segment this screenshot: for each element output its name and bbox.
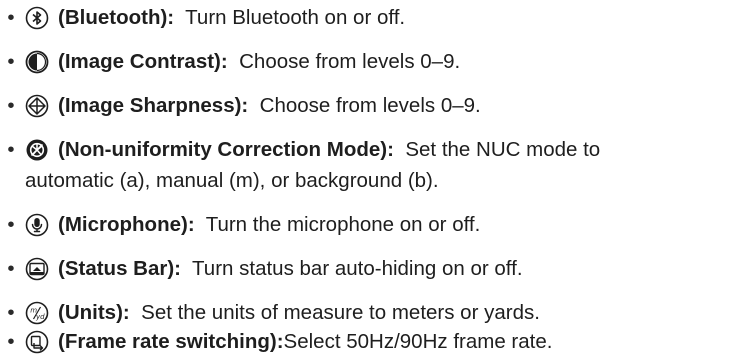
item-description: Turn Bluetooth on or off. <box>185 6 406 29</box>
nuc-mode-icon <box>25 138 49 162</box>
bullet: • <box>7 50 15 73</box>
status-bar-icon <box>25 257 49 281</box>
bullet: • <box>7 301 15 324</box>
item-label: (Frame rate switching): <box>58 330 284 353</box>
bullet: • <box>7 94 15 117</box>
bullet: • <box>7 213 15 236</box>
item-description: Turn status bar auto-hiding on or off. <box>192 257 523 280</box>
bullet: • <box>7 6 15 29</box>
contrast-icon <box>25 50 49 74</box>
item-label: (Microphone): <box>58 213 195 236</box>
sharpness-icon <box>25 94 49 118</box>
list-item: • (Non-uniformity Correction Mode): Set … <box>0 134 729 196</box>
item-label: (Non-uniformity Correction Mode): <box>58 138 394 161</box>
item-label: (Image Sharpness): <box>58 94 249 117</box>
item-description: Set the NUC mode to <box>405 138 601 161</box>
frame-rate-icon <box>25 330 49 354</box>
bullet: • <box>7 330 15 353</box>
item-label: (Units): <box>58 301 130 324</box>
item-description: Choose from levels 0–9. <box>239 50 461 73</box>
svg-text:yd: yd <box>35 313 45 321</box>
item-description: Choose from levels 0–9. <box>259 94 481 117</box>
item-description: Select 50Hz/90Hz frame rate. <box>283 330 553 353</box>
bullet: • <box>7 138 15 161</box>
bullet: • <box>7 257 15 280</box>
item-description-continued: automatic (a), manual (m), or background… <box>25 169 439 192</box>
item-label: (Bluetooth): <box>58 6 175 29</box>
item-label: (Status Bar): <box>58 257 182 280</box>
settings-description-list: • (Bluetooth): Turn Bluetooth on or off.… <box>0 0 729 356</box>
bluetooth-icon <box>25 6 49 30</box>
item-description: Turn the microphone on or off. <box>205 213 481 236</box>
item-description: Set the units of measure to meters or ya… <box>141 301 540 324</box>
item-label: (Image Contrast): <box>58 50 228 73</box>
microphone-icon <box>25 213 49 237</box>
units-icon: m yd <box>25 301 49 325</box>
